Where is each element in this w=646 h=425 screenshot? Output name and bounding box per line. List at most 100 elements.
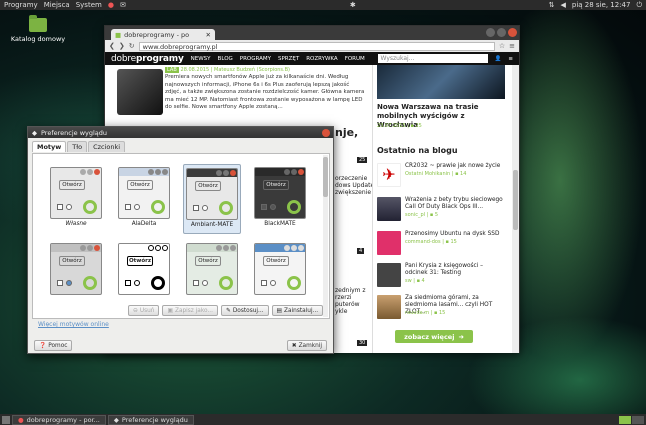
dialog-tabs: Motyw Tło Czcionki [28, 138, 333, 152]
blog-thumbnail [377, 197, 401, 221]
nav-rozrywka[interactable]: ROZRYWKA [306, 56, 337, 62]
more-button[interactable]: zobacz więcej ➜ [395, 330, 473, 343]
theme-grid-scrollbar[interactable] [323, 155, 328, 317]
feature-image[interactable] [377, 65, 505, 99]
appearance-icon: ◆ [113, 415, 119, 424]
browser-launcher-icon[interactable]: ● [108, 1, 114, 9]
article-teaser[interactable]: LAB 28.08.2015 | Mateusz Budzeń (Scorpio… [165, 67, 365, 111]
comment-count-badge[interactable]: 25 [357, 157, 368, 163]
remove-theme-button[interactable]: ⊖ Usuń [128, 305, 160, 316]
install-icon: ▤ [276, 307, 283, 314]
article-image[interactable] [117, 69, 163, 115]
theme-aladelta[interactable]: Otwórz AlaDelta [115, 164, 173, 234]
appearance-dialog: ◆ Preferencje wyglądu Motyw Tło Czcionki… [27, 126, 334, 354]
tab-czcionki[interactable]: Czcionki [88, 141, 126, 152]
clock[interactable]: pią 28 sie, 12:47 [572, 1, 631, 9]
blog-item-meta: sonic_pl | ▪ 5 [405, 212, 439, 218]
blog-item-meta: rauuda.m | ▪ 15 [405, 310, 446, 316]
theme-item[interactable]: Otwórz [47, 240, 105, 310]
bottom-panel: ● dobreprogramy - por... ◆ Preferencje wyg… [0, 414, 646, 425]
minimize-button[interactable] [486, 28, 495, 37]
user-icon[interactable]: 👤 [495, 56, 502, 62]
desktop-icon-home[interactable]: Katalog domowy [8, 15, 68, 43]
theme-item[interactable]: Otwórz [251, 240, 309, 310]
customize-button[interactable]: ✎ Dostosuj... [220, 305, 269, 316]
top-panel: Programy Miejsca System ● ✉ ✱ ⇅ ◀ pią 28… [0, 0, 646, 10]
theme-actions: ⊖ Usuń ▣ Zapisz jako... ✎ Dostosuj... ▤ Zain… [128, 305, 324, 316]
site-logo[interactable]: dobreprogramy [111, 54, 184, 64]
help-button[interactable]: ❓ Pomoc [34, 340, 73, 351]
theme-grid: Otwórz Własne Otwórz AlaDelta Otwórz Amb… [32, 153, 330, 319]
partial-text-4: zedniym z [335, 287, 366, 294]
power-icon[interactable]: ⏻ [636, 1, 642, 10]
blog-item[interactable]: Pani Krysia z księgowości – odcinek 31: … [377, 263, 507, 293]
dialog-titlebar[interactable]: ◆ Preferencje wyglądu [28, 127, 333, 138]
theme-ambiant-mate[interactable]: Otwórz Ambiant-MATE [183, 164, 241, 234]
close-icon: ✖ [291, 342, 297, 349]
menu-programy[interactable]: Programy [4, 1, 38, 9]
toolbar: ❮ ❯ ↻ www.dobreprogramy.pl ☆ ≡ [105, 40, 519, 52]
install-button[interactable]: ▤ Zainstaluj... [271, 305, 324, 316]
workspace-switcher[interactable] [619, 415, 644, 424]
theme-blackmate[interactable]: Otwórz BlackMATE [251, 164, 309, 234]
comment-count-badge[interactable]: 4 [357, 248, 365, 254]
theme-wlasne[interactable]: Otwórz Własne [47, 164, 105, 234]
help-icon: ❓ [39, 342, 47, 349]
theme-item[interactable]: Otwórz [183, 240, 241, 310]
menu-miejsca[interactable]: Miejsca [44, 1, 70, 9]
browser-icon: ● [18, 415, 24, 424]
theme-label: AlaDelta [131, 221, 157, 227]
tab-tlo[interactable]: Tło [67, 141, 88, 152]
article-tag: LAB [165, 67, 179, 73]
network-icon[interactable]: ⇅ [549, 1, 555, 9]
home-folder-icon [29, 15, 47, 32]
bluetooth-icon[interactable]: ✱ [350, 1, 356, 9]
partial-headline[interactable]: nje, [335, 127, 358, 139]
blog-header: Ostatnio na blogu [377, 146, 458, 155]
address-bar[interactable]: www.dobreprogramy.pl [138, 41, 495, 51]
menu-icon[interactable]: ≡ [509, 42, 515, 50]
blog-item[interactable]: Przenosimy Ubuntu na dysk SSD command-do… [377, 231, 507, 261]
blog-item[interactable]: Za siedmioma górami, za siedmioma lasami… [377, 295, 507, 325]
forward-icon[interactable]: ❯ [119, 42, 125, 50]
nav-sprzet[interactable]: SPRZĘT [278, 56, 299, 62]
article-meta: 28.08.2015 | Mateusz Budzeń (Scorpions.B… [180, 67, 290, 73]
save-icon: ▣ [167, 307, 173, 314]
tab-motyw[interactable]: Motyw [32, 141, 67, 152]
taskbar-item-browser[interactable]: ● dobreprogramy - por... [12, 414, 106, 425]
dialog-title: Preferencje wyglądu [41, 128, 108, 137]
nav-forum[interactable]: FORUM [345, 56, 365, 62]
theme-item[interactable]: Otwórz [115, 240, 173, 310]
volume-icon[interactable]: ◀ [561, 1, 566, 9]
page-scrollbar[interactable] [512, 65, 519, 353]
dialog-close-icon[interactable] [322, 128, 330, 137]
comment-count-badge[interactable]: 30 [357, 340, 368, 346]
menu-system[interactable]: System [76, 1, 102, 9]
partial-text-3: zwiększenie [335, 189, 372, 196]
back-icon[interactable]: ❮ [109, 42, 115, 50]
more-themes-link[interactable]: Więcej motywów online [38, 321, 109, 328]
nav-newsy[interactable]: NEWSY [191, 56, 211, 62]
site-search-input[interactable]: Wyszukaj... [377, 54, 488, 63]
nav-programy[interactable]: PROGRAMY [240, 56, 271, 62]
browser-tab[interactable]: ■ dobreprogramy - po ✕ [111, 29, 215, 40]
show-desktop-icon[interactable] [2, 415, 10, 424]
blog-item[interactable]: ✈ CR2032 ~ prawie jak nowe życie Ostatni… [377, 163, 507, 193]
nav-blog[interactable]: BLOG [218, 56, 233, 62]
star-icon[interactable]: ☆ [499, 42, 505, 50]
tab-close-icon[interactable]: ✕ [206, 31, 211, 39]
site-menu-icon[interactable]: ≡ [508, 56, 513, 62]
maximize-button[interactable] [497, 28, 506, 37]
blog-item[interactable]: Wrażenia z bety trybu sieciowego Call Of… [377, 197, 507, 227]
reload-icon[interactable]: ↻ [129, 42, 135, 50]
desktop-icon-label: Katalog domowy [10, 35, 66, 43]
site-navigation: dobreprogramy NEWSY BLOG PROGRAMY SPRZĘT… [105, 52, 519, 65]
taskbar-item-appearance[interactable]: ◆ Preferencje wyglądu [107, 414, 194, 425]
close-dialog-button[interactable]: ✖ Zamknij [286, 340, 327, 351]
save-theme-button[interactable]: ▣ Zapisz jako... [162, 305, 218, 316]
blog-thumbnail: ✈ [377, 163, 401, 187]
close-button[interactable] [508, 28, 517, 37]
blog-thumbnail [377, 263, 401, 287]
blog-item-meta: sw | ▪ 4 [405, 278, 425, 284]
mail-launcher-icon[interactable]: ✉ [120, 1, 126, 9]
